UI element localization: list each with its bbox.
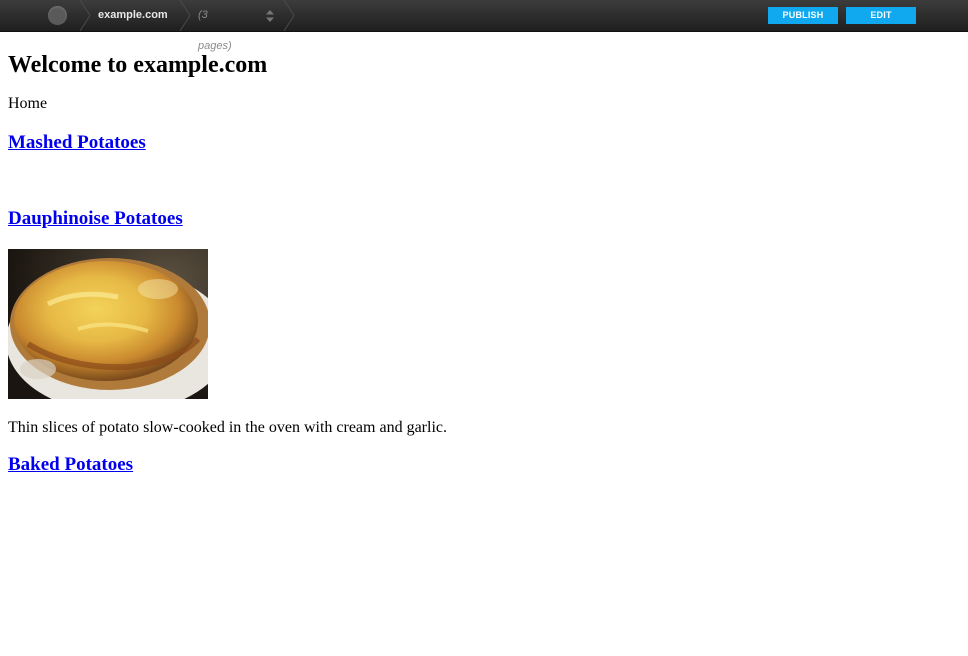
list-item-title: Baked Potatoes	[8, 454, 133, 476]
dauphinoise-potatoes-link[interactable]: Dauphinoise Potatoes	[8, 208, 183, 229]
baked-potatoes-link[interactable]: Baked Potatoes	[8, 454, 133, 475]
breadcrumb-home: Home	[8, 95, 48, 112]
list-item-title: Dauphinoise Potatoes	[8, 208, 183, 230]
dauphinoise-potatoes-image[interactable]	[8, 249, 208, 399]
breadcrumb-separator-icon	[179, 0, 191, 31]
site-logo-icon[interactable]	[48, 6, 67, 25]
site-name-link[interactable]: example.com	[98, 0, 168, 31]
page-selector-sort-icon[interactable]	[265, 9, 275, 23]
page-content: Welcome to example.com Home Mashed Potat…	[8, 31, 958, 475]
breadcrumb-separator-icon	[283, 0, 295, 31]
dauphinoise-description: Thin slices of potato slow-cooked in the…	[8, 419, 447, 436]
page-count-label[interactable]: (3 pages)	[198, 0, 232, 52]
breadcrumb-separator-icon	[79, 0, 91, 31]
top-toolbar: example.com (3 pages) PUBLISH EDIT	[0, 0, 968, 52]
list-item-title: Mashed Potatoes	[8, 132, 146, 154]
edit-button[interactable]: EDIT	[846, 7, 916, 24]
mashed-potatoes-link[interactable]: Mashed Potatoes	[8, 132, 146, 153]
publish-button[interactable]: PUBLISH	[768, 7, 838, 24]
page-title: Welcome to example.com	[8, 52, 268, 78]
